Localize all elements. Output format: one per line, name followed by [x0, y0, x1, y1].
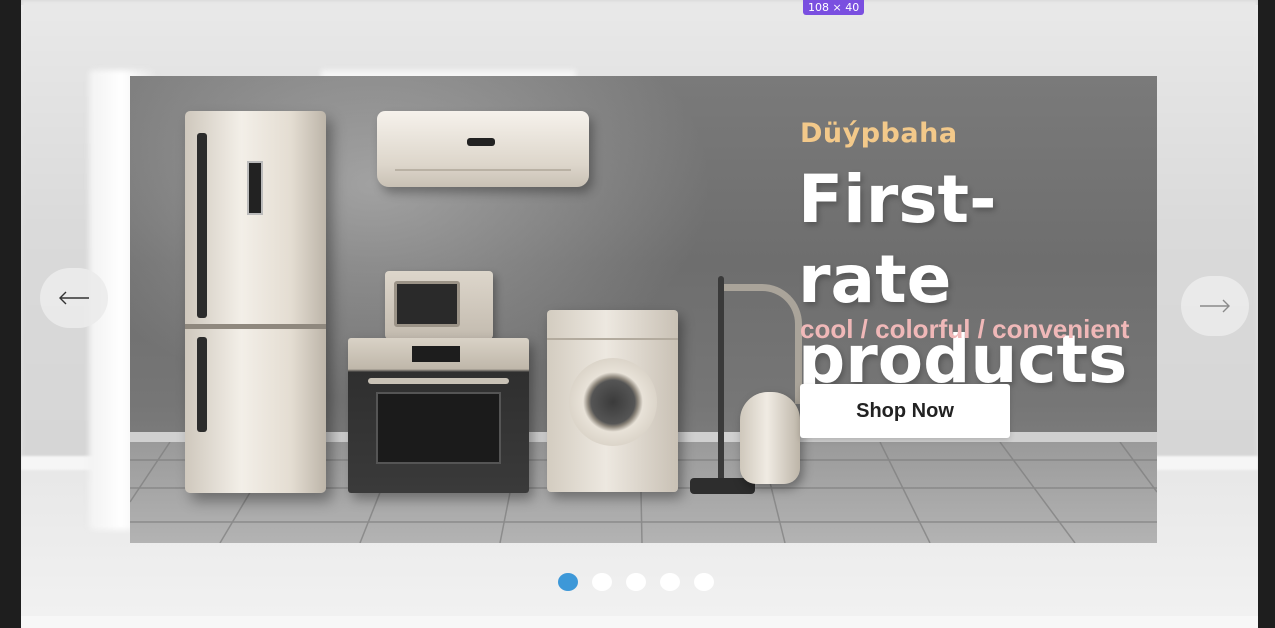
arrow-left-icon [59, 291, 89, 305]
microwave-image [385, 271, 493, 339]
fridge-upper-handle [197, 133, 207, 318]
air-conditioner-image [377, 111, 589, 187]
oven-image [348, 338, 529, 493]
carousel-next-button[interactable] [1181, 276, 1249, 336]
washer-control-panel [547, 310, 678, 340]
oven-handle [368, 378, 509, 384]
vacuum-hose [722, 284, 802, 404]
carousel-dot-2[interactable] [592, 573, 612, 591]
refrigerator-image [185, 111, 326, 493]
fridge-lower-handle [197, 337, 207, 432]
vacuum-pole [718, 276, 724, 486]
oven-display [412, 346, 460, 362]
washer-drum [569, 358, 657, 446]
vacuum-cleaner-image [740, 392, 800, 484]
carousel-prev-button[interactable] [40, 268, 108, 328]
washing-machine-image [547, 310, 678, 492]
ac-vent [395, 169, 571, 179]
carousel-pagination [558, 573, 714, 591]
microwave-window [394, 281, 460, 327]
carousel-dot-3[interactable] [626, 573, 646, 591]
carousel-dot-5[interactable] [694, 573, 714, 591]
arrow-right-icon [1200, 299, 1230, 313]
ac-display [467, 138, 495, 146]
carousel-dot-4[interactable] [660, 573, 680, 591]
hero-eyebrow: Düýpbaha [800, 118, 958, 149]
hero-headline: First-rate products [798, 161, 1128, 398]
slide-banner: Düýpbaha First-rate products cool / colo… [130, 76, 1157, 543]
hero-carousel: Düýpbaha First-rate products cool / colo… [21, 0, 1258, 628]
shop-now-button[interactable]: Shop Now [800, 384, 1010, 438]
bottom-strip [21, 616, 1258, 628]
devtools-size-tag: 108 × 40 [803, 0, 865, 15]
carousel-dot-1[interactable] [558, 573, 578, 591]
oven-window [376, 392, 501, 464]
fridge-door-split [185, 324, 326, 329]
fridge-display [247, 161, 263, 215]
hero-tagline: cool / colorful / convenient [800, 314, 1130, 344]
